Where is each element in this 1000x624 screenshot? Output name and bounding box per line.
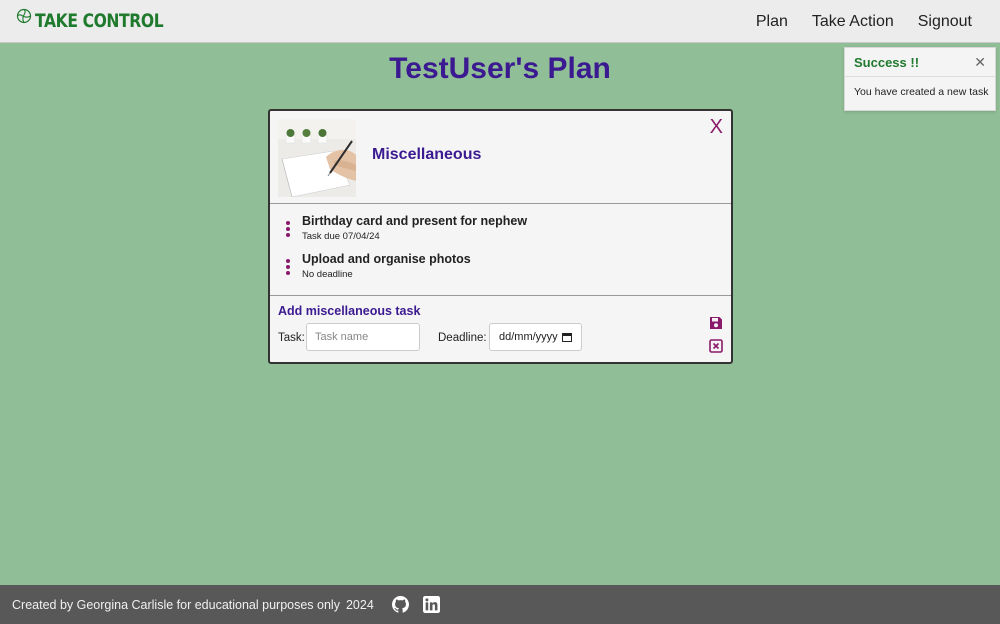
footer-year: 2024 [345,597,374,612]
nav-plan-link[interactable]: Plan [756,13,788,31]
toast-message: You have created a new task [854,86,989,98]
task-label: Task: [278,332,305,344]
github-icon[interactable] [391,596,409,613]
toast-title: Success !! [854,54,920,70]
nav-take-action-link[interactable]: Take Action [812,13,894,31]
task-deadline: Task due 07/04/24 [302,231,380,242]
cancel-icon[interactable] [709,339,723,353]
task-options-icon[interactable] [284,221,292,237]
card-title: Miscellaneous [372,146,482,163]
toast-header: Success !! ✕ [845,48,995,77]
task-item: Birthday card and present for nephew Tas… [270,212,731,250]
brand-name: TAKE CONTROL [35,10,164,32]
toast-close-button[interactable]: ✕ [974,54,986,71]
navbar: TAKE CONTROL Plan Take Action Signout [0,0,1000,43]
task-name: Upload and organise photos [302,252,471,266]
task-options-icon[interactable] [284,259,292,275]
nav-links: Plan Take Action Signout [756,13,972,31]
task-name: Birthday card and present for nephew [302,214,528,228]
task-item: Upload and organise photos No deadline [270,250,731,288]
card-image [278,119,356,197]
deadline-value: dd/mm/yyyy [499,331,558,343]
task-name-input[interactable] [306,323,420,351]
add-task-heading: Add miscellaneous task [278,304,421,318]
nav-signout-link[interactable]: Signout [918,13,972,31]
linkedin-icon[interactable] [422,596,440,613]
swirl-logo-icon [16,8,32,24]
calendar-icon[interactable] [562,332,572,342]
task-list: Birthday card and present for nephew Tas… [270,204,731,296]
task-deadline: No deadline [302,269,353,280]
deadline-date-input[interactable]: dd/mm/yyyy [489,323,582,351]
success-toast: Success !! ✕ You have created a new task [844,47,996,111]
writing-notebook-image [278,119,356,197]
add-task-form: Add miscellaneous task Task: Deadline: d… [270,296,731,362]
footer-credit: Created by Georgina Carlisle for educati… [12,597,340,612]
card-close-button[interactable]: X [710,117,723,137]
card-header: Miscellaneous X [270,111,731,204]
save-icon[interactable] [709,316,723,330]
deadline-label: Deadline: [438,332,487,344]
brand-link[interactable]: TAKE CONTROL [16,8,191,34]
miscellaneous-card: Miscellaneous X Birthday card and presen… [268,109,733,364]
footer: Created by Georgina Carlisle for educati… [0,585,1000,624]
